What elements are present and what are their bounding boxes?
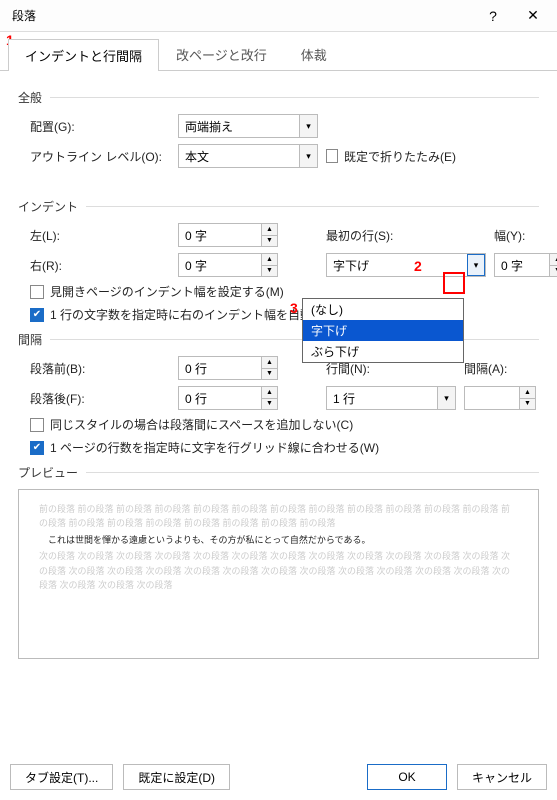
set-default-button[interactable]: 既定に設定(D)	[123, 764, 230, 790]
close-button[interactable]: ✕	[513, 2, 553, 30]
firstline-option-none[interactable]: (なし)	[303, 299, 463, 320]
firstline-label: 最初の行(S):	[326, 227, 486, 244]
group-general: 全般	[18, 89, 539, 106]
linespace-combo[interactable]: 1 行 ▾	[326, 386, 456, 410]
preview-sample-text: これは世間を憚かる遠慮というよりも、その方が私にとって自然だからである。	[39, 533, 518, 547]
spinner-down-icon[interactable]: ▼	[262, 369, 277, 380]
width-value: 0 字	[495, 254, 549, 276]
tab-strip: インデントと行間隔 改ページと改行 体裁	[0, 32, 557, 71]
spinner-up-icon[interactable]: ▲	[520, 387, 535, 399]
tab-indent-spacing[interactable]: インデントと行間隔	[8, 39, 159, 71]
spinner-down-icon[interactable]: ▼	[550, 266, 557, 277]
indent-right-label: 右(R):	[30, 257, 170, 274]
alignment-label: 配置(G):	[30, 118, 170, 135]
width-input[interactable]: 0 字 ▲▼	[494, 253, 557, 277]
snap-checkbox[interactable]: ✔	[30, 441, 44, 455]
group-preview: プレビュー	[18, 464, 539, 481]
space-after-input[interactable]: 0 行 ▲▼	[178, 386, 278, 410]
spinner-up-icon[interactable]: ▲	[262, 224, 277, 236]
preview-box: 前の段落 前の段落 前の段落 前の段落 前の段落 前の段落 前の段落 前の段落 …	[18, 489, 539, 659]
help-button[interactable]: ?	[473, 2, 513, 30]
alignment-combo[interactable]: 両端揃え ▾	[178, 114, 318, 138]
space-after-value: 0 行	[179, 387, 261, 409]
firstline-option-indent[interactable]: 字下げ	[303, 320, 463, 341]
chevron-down-icon[interactable]: ▾	[299, 145, 317, 167]
at-input[interactable]: ▲▼	[464, 386, 536, 410]
spinner-down-icon[interactable]: ▼	[520, 399, 535, 410]
space-before-input[interactable]: 0 行 ▲▼	[178, 356, 278, 380]
width-label: 幅(Y):	[494, 227, 557, 244]
spinner-down-icon[interactable]: ▼	[262, 236, 277, 247]
preview-before-text: 前の段落 前の段落 前の段落 前の段落 前の段落 前の段落 前の段落 前の段落 …	[39, 502, 518, 531]
mirror-label: 見開きページのインデント幅を設定する(M)	[50, 283, 284, 300]
space-before-value: 0 行	[179, 357, 261, 379]
indent-right-value: 0 字	[179, 254, 261, 276]
nospace-label: 同じスタイルの場合は段落間にスペースを追加しない(C)	[50, 416, 353, 433]
dialog-content: 全般 配置(G): 両端揃え ▾ アウトライン レベル(O): 本文 ▾ 既定で…	[0, 71, 557, 659]
tab-asian-typography[interactable]: 体裁	[284, 38, 344, 70]
spinner-up-icon[interactable]: ▲	[262, 357, 277, 369]
ok-button[interactable]: OK	[367, 764, 447, 790]
tab-page-breaks[interactable]: 改ページと改行	[159, 38, 284, 70]
spinner-up-icon[interactable]: ▲	[262, 254, 277, 266]
group-indent: インデント	[18, 198, 539, 215]
space-before-label: 段落前(B):	[30, 360, 170, 377]
autofit-checkbox[interactable]: ✔	[30, 308, 44, 322]
space-after-label: 段落後(F):	[30, 390, 170, 407]
window-title: 段落	[12, 7, 473, 24]
footer: タブ設定(T)... 既定に設定(D) OK キャンセル	[10, 764, 547, 790]
fold-checkbox[interactable]	[326, 149, 338, 163]
indent-right-input[interactable]: 0 字 ▲▼	[178, 253, 278, 277]
indent-left-label: 左(L):	[30, 227, 170, 244]
spinner-down-icon[interactable]: ▼	[262, 266, 277, 277]
spinner-up-icon[interactable]: ▲	[550, 254, 557, 266]
spinner-up-icon[interactable]: ▲	[262, 387, 277, 399]
nospace-checkbox[interactable]	[30, 418, 44, 432]
alignment-value: 両端揃え	[179, 115, 299, 137]
outline-value: 本文	[179, 145, 299, 167]
mirror-checkbox[interactable]	[30, 285, 44, 299]
firstline-value: 字下げ	[327, 254, 467, 276]
outline-combo[interactable]: 本文 ▾	[178, 144, 318, 168]
preview-after-text: 次の段落 次の段落 次の段落 次の段落 次の段落 次の段落 次の段落 次の段落 …	[39, 549, 518, 592]
firstline-combo[interactable]: 字下げ ▾	[326, 253, 486, 277]
at-value	[465, 387, 519, 409]
fold-label: 既定で折りたたみ(E)	[344, 148, 456, 165]
firstline-dropdown-list[interactable]: (なし) 字下げ ぶら下げ	[302, 298, 464, 363]
chevron-down-icon[interactable]: ▾	[299, 115, 317, 137]
linespace-value: 1 行	[327, 387, 437, 409]
outline-label: アウトライン レベル(O):	[30, 148, 170, 165]
chevron-down-icon[interactable]: ▾	[467, 254, 485, 276]
cancel-button[interactable]: キャンセル	[457, 764, 547, 790]
titlebar: 段落 ? ✕	[0, 0, 557, 32]
snap-label: 1 ページの行数を指定時に文字を行グリッド線に合わせる(W)	[50, 439, 379, 456]
at-label: 間隔(A):	[464, 360, 557, 377]
tabs-button[interactable]: タブ設定(T)...	[10, 764, 113, 790]
spinner-down-icon[interactable]: ▼	[262, 399, 277, 410]
indent-left-input[interactable]: 0 字 ▲▼	[178, 223, 278, 247]
chevron-down-icon[interactable]: ▾	[437, 387, 455, 409]
indent-left-value: 0 字	[179, 224, 261, 246]
firstline-option-hanging[interactable]: ぶら下げ	[303, 341, 463, 362]
